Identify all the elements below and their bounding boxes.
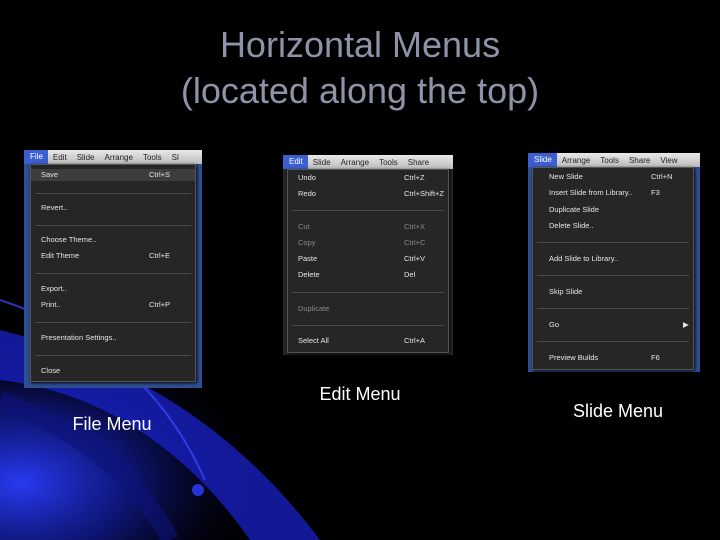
- divider: [292, 325, 444, 326]
- menu-item-presentation-settings[interactable]: Presentation Settings..: [31, 332, 195, 344]
- file-menu-caption: File Menu: [72, 414, 152, 434]
- menu-item-go[interactable]: Go ▶: [533, 319, 693, 331]
- submenu-arrow-icon: ▶: [683, 320, 689, 329]
- divider: [35, 273, 191, 274]
- menu-edit[interactable]: Edit: [283, 155, 308, 169]
- menu-share[interactable]: Share: [624, 156, 655, 165]
- menu-item-revert[interactable]: Revert..: [31, 202, 195, 214]
- menu-item-delete-slide[interactable]: Delete Slide..: [533, 220, 693, 232]
- file-dropdown: Save Ctrl+S Revert.. Choose Theme.. Edit…: [30, 164, 196, 382]
- menu-slide[interactable]: Slide: [528, 153, 557, 167]
- menu-item-skip-slide[interactable]: Skip Slide: [533, 286, 693, 298]
- menu-item-duplicate-slide[interactable]: Duplicate Slide: [533, 204, 693, 216]
- menu-item-edit-theme[interactable]: Edit Theme Ctrl+E: [31, 250, 195, 262]
- slide-dropdown: New Slide Ctrl+N Insert Slide from Libra…: [532, 167, 694, 370]
- divider: [537, 308, 689, 309]
- edit-dropdown: Undo Ctrl+Z Redo Ctrl+Shift+Z Cut Ctrl+X…: [287, 169, 449, 353]
- menu-file[interactable]: File: [24, 150, 48, 164]
- slide-title: Horizontal Menus (located along the top): [0, 22, 720, 114]
- menu-view[interactable]: View: [655, 156, 682, 165]
- menu-item-new-slide[interactable]: New Slide Ctrl+N: [533, 171, 693, 183]
- menu-item-copy[interactable]: Copy Ctrl+C: [288, 237, 448, 249]
- menubar: Edit Slide Arrange Tools Share: [283, 155, 453, 169]
- menu-tools[interactable]: Tools: [595, 156, 624, 165]
- divider: [35, 322, 191, 323]
- menu-item-choose-theme[interactable]: Choose Theme..: [31, 234, 195, 246]
- menu-arrange[interactable]: Arrange: [99, 153, 137, 162]
- edit-menu-caption: Edit Menu: [319, 384, 401, 404]
- edit-menu-screenshot: Edit Slide Arrange Tools Share Undo Ctrl…: [283, 155, 453, 355]
- menu-tools[interactable]: Tools: [138, 153, 167, 162]
- menu-item-close[interactable]: Close: [31, 365, 195, 377]
- menu-item-add-slide-to-library[interactable]: Add Slide to Library..: [533, 253, 693, 265]
- menu-item-save[interactable]: Save Ctrl+S: [31, 169, 195, 181]
- file-menu-screenshot: File Edit Slide Arrange Tools Sl Save Ct…: [24, 150, 202, 388]
- menu-item-preview-builds[interactable]: Preview Builds F6: [533, 352, 693, 364]
- menu-arrange[interactable]: Arrange: [557, 156, 595, 165]
- menu-item-delete[interactable]: Delete Del: [288, 269, 448, 281]
- menu-item-cut[interactable]: Cut Ctrl+X: [288, 221, 448, 233]
- menu-item-redo[interactable]: Redo Ctrl+Shift+Z: [288, 188, 448, 200]
- menu-tools[interactable]: Tools: [374, 158, 403, 167]
- menu-edit[interactable]: Edit: [48, 153, 72, 162]
- menu-arrange[interactable]: Arrange: [336, 158, 374, 167]
- menu-item-insert-slide-from-library[interactable]: Insert Slide from Library.. F3: [533, 187, 693, 199]
- menu-slide[interactable]: Slide: [72, 153, 100, 162]
- slide-menu-caption: Slide Menu: [572, 401, 664, 421]
- menubar: Slide Arrange Tools Share View: [528, 153, 700, 167]
- divider: [292, 292, 444, 293]
- menu-item-select-all[interactable]: Select All Ctrl+A: [288, 335, 448, 347]
- divider: [537, 275, 689, 276]
- divider: [35, 193, 191, 194]
- divider: [292, 210, 444, 211]
- menu-slide[interactable]: Slide: [308, 158, 336, 167]
- menubar: File Edit Slide Arrange Tools Sl: [24, 150, 202, 164]
- menu-item-export[interactable]: Export..: [31, 283, 195, 295]
- divider: [35, 225, 191, 226]
- title-line-1: Horizontal Menus: [219, 24, 501, 65]
- menu-item-duplicate[interactable]: Duplicate: [288, 303, 448, 315]
- menu-item-undo[interactable]: Undo Ctrl+Z: [288, 172, 448, 184]
- menu-share[interactable]: Sl: [167, 153, 184, 162]
- slide-menu-screenshot: Slide Arrange Tools Share View New Slide…: [528, 153, 700, 372]
- menu-share[interactable]: Share: [403, 158, 434, 167]
- menu-item-print[interactable]: Print.. Ctrl+P: [31, 299, 195, 311]
- divider: [35, 355, 191, 356]
- divider: [537, 341, 689, 342]
- menu-item-paste[interactable]: Paste Ctrl+V: [288, 253, 448, 265]
- divider: [537, 242, 689, 243]
- title-line-2: (located along the top): [180, 70, 540, 111]
